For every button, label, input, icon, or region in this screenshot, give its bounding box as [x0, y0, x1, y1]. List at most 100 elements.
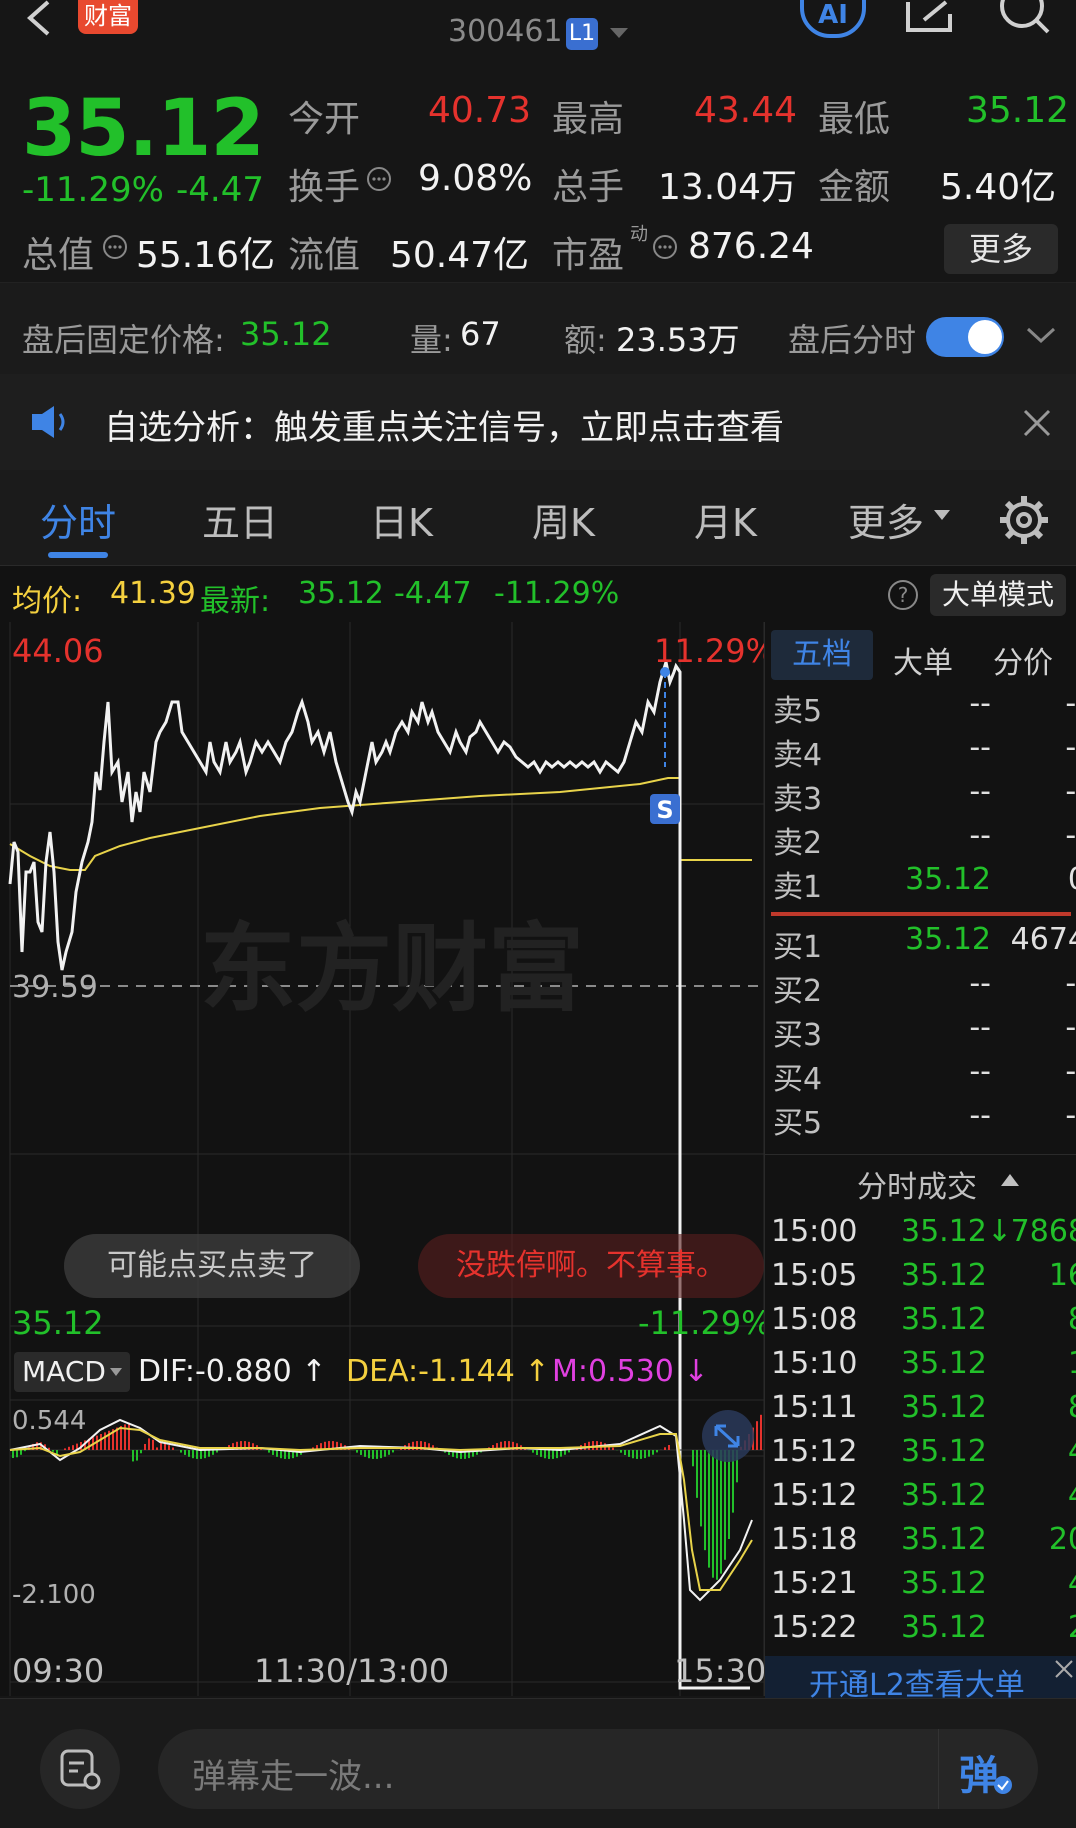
- tab-weekly-k[interactable]: 周K: [532, 492, 595, 547]
- macd-bar: [184, 1450, 186, 1455]
- macd-bar: [548, 1450, 550, 1459]
- chevron-down-icon[interactable]: [1026, 327, 1056, 345]
- macd-bar: [12, 1450, 14, 1458]
- indicator-selector[interactable]: MACD: [14, 1352, 130, 1392]
- macd-bar: [724, 1450, 726, 1560]
- back-icon[interactable]: [22, 0, 56, 40]
- macd-bar: [144, 1443, 146, 1450]
- caret-up-icon[interactable]: [1001, 1174, 1019, 1186]
- danmaku-input[interactable]: 弹幕走一波... 弹: [158, 1729, 1038, 1809]
- volume-label: 总手: [552, 167, 625, 208]
- macd-bar: [704, 1450, 706, 1551]
- more-button[interactable]: 更多: [944, 224, 1058, 274]
- settings-icon[interactable]: [998, 494, 1050, 546]
- toggle-knob: [968, 320, 1002, 354]
- float-label: 流值: [288, 235, 361, 276]
- check-icon: [994, 1776, 1012, 1794]
- buy-row-1: 买135.124674: [773, 922, 1076, 965]
- pe-superscript: 动: [630, 224, 648, 245]
- macd-bar: [716, 1450, 718, 1580]
- info-icon[interactable]: [102, 234, 128, 260]
- zoom-button[interactable]: [702, 1410, 754, 1462]
- buy-row-5: 买5----: [773, 1098, 1076, 1141]
- bottom-price-label: 35.12: [12, 1304, 104, 1342]
- ai-label: AI: [818, 0, 848, 30]
- macd-bar: [708, 1450, 710, 1568]
- macd-bar: [172, 1447, 174, 1450]
- macd-bar: [756, 1421, 758, 1450]
- close-icon[interactable]: [1022, 408, 1052, 438]
- tab-daily-k[interactable]: 日K: [370, 492, 433, 547]
- macd-dif-value: DIF:-0.880: [138, 1354, 292, 1389]
- macd-m-value: M:0.530: [552, 1354, 674, 1389]
- ai-button[interactable]: AI: [800, 0, 866, 38]
- macd-chart[interactable]: [0, 1400, 764, 1626]
- macd-bar: [356, 1450, 358, 1453]
- macd-bar: [368, 1450, 370, 1459]
- tab-monthly-k[interactable]: 月K: [694, 492, 757, 547]
- low-value: 35.12: [966, 90, 1070, 131]
- help-icon[interactable]: ?: [888, 580, 918, 610]
- danmaku-send-button[interactable]: 弹: [938, 1729, 1038, 1809]
- info-icon[interactable]: [366, 166, 392, 192]
- tab-five-levels[interactable]: 五档: [771, 630, 873, 680]
- sell-row-4: 卖4----: [773, 730, 1076, 773]
- tab-more[interactable]: 更多: [848, 492, 924, 547]
- amount-value: 5.40亿: [940, 167, 1057, 208]
- macd-bar: [388, 1450, 390, 1455]
- after-hours-toggle[interactable]: [926, 317, 1004, 357]
- macd-bar: [664, 1447, 666, 1450]
- macd-bar: [552, 1450, 554, 1459]
- trades-title[interactable]: 分时成交: [857, 1162, 977, 1206]
- after-amt-label: 额:: [564, 321, 607, 359]
- buy-row-4: 买4----: [773, 1054, 1076, 1097]
- sell-row-2: 卖2----: [773, 818, 1076, 861]
- trade-row: 15:1835.1220: [771, 1522, 1076, 1557]
- macd-bar: [192, 1450, 194, 1459]
- l2-banner[interactable]: 开通L2查看大单: [765, 1656, 1076, 1703]
- dropdown-icon[interactable]: [610, 28, 630, 42]
- macd-bar: [180, 1450, 182, 1453]
- float-value: 50.47亿: [390, 235, 530, 276]
- tab-timeshare[interactable]: 分时: [40, 492, 116, 547]
- brand-badge: 财富: [78, 0, 138, 34]
- trade-row: 15:1235.124: [771, 1434, 1076, 1469]
- notice-banner[interactable]: 自选分析：触发重点关注信号，立即点击查看: [0, 374, 1076, 470]
- caret-down-icon: [934, 510, 950, 520]
- macd-m: M:0.530 ↓: [552, 1354, 709, 1389]
- close-icon[interactable]: [1053, 1658, 1075, 1680]
- order-panel: 五档 大单 分价 卖5---- 卖4---- 卖3---- 卖2---- 卖13…: [764, 622, 1076, 1703]
- after-vol-label: 量:: [410, 321, 453, 359]
- mktcap-label: 总值: [22, 235, 95, 276]
- tab-five-day[interactable]: 五日: [202, 492, 278, 547]
- tab-price-distribution[interactable]: 分价: [993, 638, 1053, 682]
- quote-panel: 35.12 -11.29% -4.47 今开 40.73 最高 43.44 最低…: [0, 64, 1076, 282]
- macd-bar: [364, 1450, 366, 1457]
- macd-bar: [128, 1422, 130, 1450]
- info-icon[interactable]: [652, 234, 678, 260]
- comment-list-button[interactable]: [40, 1729, 120, 1809]
- macd-bar: [536, 1450, 538, 1455]
- chart-tabs: 分时 五日 日K 周K 月K 更多: [0, 470, 1076, 566]
- macd-bar: [168, 1445, 170, 1450]
- after-vol-value: 67: [460, 315, 501, 353]
- share-icon[interactable]: [902, 0, 958, 34]
- base-price-label: 39.59: [12, 970, 98, 1005]
- low-label: 最低: [818, 99, 891, 140]
- pe-value: 876.24: [688, 226, 814, 267]
- sell-orders: 卖5---- 卖4---- 卖3---- 卖2---- 卖135.120: [765, 686, 1076, 906]
- big-order-mode-button[interactable]: 大单模式: [930, 574, 1066, 616]
- macd-bar: [568, 1450, 570, 1453]
- macd-bar: [156, 1447, 158, 1450]
- tab-big-orders[interactable]: 大单: [893, 638, 953, 682]
- comment-list-icon: [60, 1749, 101, 1790]
- fixed-price-value: 35.12: [240, 315, 332, 353]
- danmaku-placeholder: 弹幕走一波...: [192, 1757, 395, 1797]
- sell-row-1: 卖135.120: [773, 862, 1076, 905]
- amount-label: 金额: [818, 167, 891, 208]
- trade-row: 15:1035.121: [771, 1346, 1076, 1381]
- search-icon[interactable]: [996, 0, 1056, 36]
- mktcap-value: 55.16亿: [136, 235, 276, 276]
- avg-value: 41.39: [110, 576, 196, 611]
- buy-row-3: 买3----: [773, 1010, 1076, 1053]
